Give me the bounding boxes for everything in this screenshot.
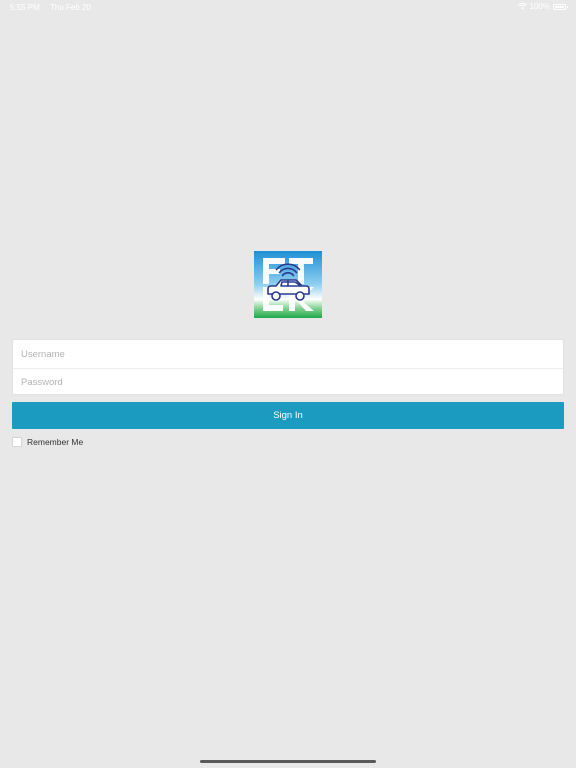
status-date: Thu Feb 20 — [50, 3, 91, 12]
status-right: 100% — [517, 2, 568, 11]
battery-icon — [553, 3, 568, 10]
remember-me-checkbox[interactable] — [12, 437, 22, 447]
login-fields — [12, 339, 564, 396]
sign-in-button[interactable]: Sign In — [12, 402, 564, 429]
status-time: 5:55 PM — [10, 3, 40, 12]
status-left: 5:55 PM Thu Feb 20 — [10, 3, 91, 12]
wifi-icon — [517, 3, 527, 10]
username-input[interactable] — [13, 340, 563, 368]
home-indicator[interactable] — [200, 760, 376, 763]
car-signal-logo — [254, 251, 322, 318]
status-bar: 5:55 PM Thu Feb 20 100% — [0, 0, 576, 14]
remember-me-label: Remember Me — [27, 437, 84, 447]
login-screen: 5:55 PM Thu Feb 20 100% Username Sign In… — [0, 0, 576, 768]
password-input[interactable] — [13, 368, 563, 396]
remember-me-toggle[interactable]: Remember Me — [12, 436, 83, 448]
battery-percent: 100% — [529, 2, 550, 11]
